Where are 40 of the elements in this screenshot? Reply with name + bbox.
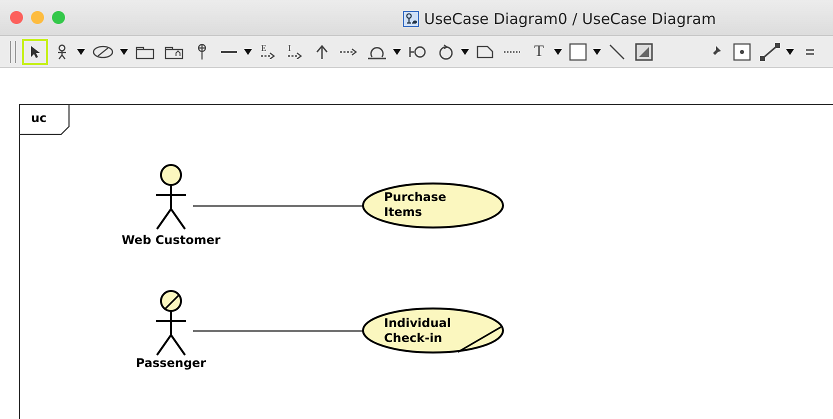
pin-icon	[197, 42, 207, 60]
dashed-arrow-icon	[340, 48, 358, 56]
connector-icon	[760, 42, 780, 60]
line-icon	[221, 50, 237, 54]
diagonal-line-icon	[609, 44, 625, 60]
caret-icon[interactable]	[120, 48, 128, 54]
interface-icon	[408, 44, 428, 60]
dashed-arrow-icon	[261, 52, 275, 59]
caret-icon[interactable]	[593, 48, 601, 54]
toolbar-grip[interactable]	[10, 40, 16, 62]
caret-icon[interactable]	[77, 48, 85, 54]
tool-glyph: E	[261, 44, 266, 52]
window-title: UseCase Diagram0 / UseCase Diagram	[424, 10, 716, 28]
caret-icon[interactable]	[244, 48, 252, 54]
extend-tool[interactable]: E	[255, 38, 281, 64]
caret-icon[interactable]	[554, 48, 562, 54]
frame-label: uc	[31, 111, 47, 125]
dot-square-icon	[733, 42, 751, 60]
up-arrow-icon	[315, 44, 329, 60]
actor-name: Web Customer	[120, 233, 222, 247]
dashed-arrow-icon	[288, 52, 302, 59]
stick-figure-icon	[56, 44, 68, 60]
actor-name: Passenger	[134, 356, 208, 370]
pointer-icon	[29, 44, 41, 58]
text-tool-glyph: T	[534, 42, 544, 60]
use-case-label: Purchase Items	[384, 190, 446, 220]
select-tool[interactable]	[22, 38, 48, 64]
caret-icon[interactable]	[393, 48, 401, 54]
caret-icon[interactable]	[786, 48, 794, 54]
include-tool[interactable]: I	[282, 38, 308, 64]
image-icon	[635, 42, 653, 60]
dotted-line-icon	[504, 50, 520, 54]
note-icon	[476, 44, 494, 58]
use-case-label: Individual Check-in	[384, 316, 451, 346]
text-tool[interactable]: T	[526, 38, 552, 64]
ellipse-icon	[92, 44, 114, 58]
diagram-icon	[403, 11, 419, 27]
square-icon	[569, 42, 587, 60]
caret-icon[interactable]	[461, 48, 469, 54]
tool-glyph: I	[288, 44, 291, 52]
